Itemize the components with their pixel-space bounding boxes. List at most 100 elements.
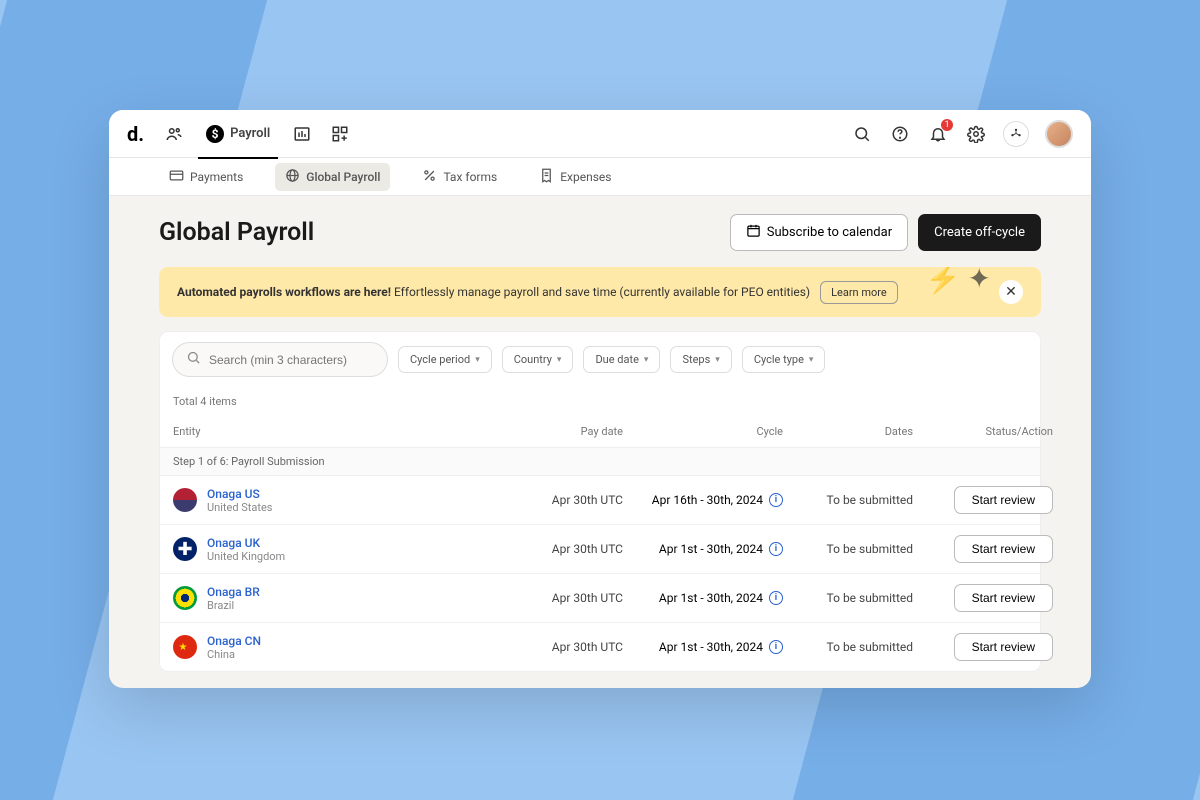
brand-logo[interactable]: d. [127, 122, 144, 146]
settings-icon[interactable] [965, 123, 987, 145]
table-row: Onaga US United States Apr 30th UTC Apr … [160, 476, 1040, 525]
dates-cell: To be submitted [783, 493, 913, 507]
results-count: Total 4 items [159, 387, 1041, 416]
dates-cell: To be submitted [783, 591, 913, 605]
chevron-down-icon: ▾ [644, 355, 649, 365]
entity-cell: Onaga UK United Kingdom [173, 536, 493, 563]
table-row: Onaga CN China Apr 30th UTC Apr 1st - 30… [160, 623, 1040, 671]
page-header: Global Payroll Subscribe to calendar Cre… [159, 214, 1041, 251]
topbar-right: 1 [851, 120, 1073, 148]
card-icon [169, 168, 184, 186]
info-icon[interactable]: i [769, 640, 783, 654]
entity-country: United Kingdom [207, 550, 285, 563]
announcement-banner: Automated payrolls workflows are here! E… [159, 267, 1041, 317]
topbar: d. $ Payroll [109, 110, 1091, 158]
col-pay-date: Pay date [493, 425, 623, 438]
content: Global Payroll Subscribe to calendar Cre… [109, 196, 1091, 688]
close-icon[interactable]: ✕ [999, 280, 1023, 304]
action-cell: Start review [913, 486, 1053, 514]
banner-text: Automated payrolls workflows are here! E… [177, 285, 810, 299]
col-dates: Dates [783, 425, 913, 438]
subnav-tax-forms[interactable]: Tax forms [412, 163, 507, 191]
filters-row: Cycle period▾ Country▾ Due date▾ Steps▾ … [159, 331, 1041, 387]
payroll-table: Entity Pay date Cycle Dates Status/Actio… [159, 416, 1041, 672]
entity-cell: Onaga US United States [173, 487, 493, 514]
search-icon[interactable] [851, 123, 873, 145]
start-review-button[interactable]: Start review [954, 486, 1053, 514]
start-review-button[interactable]: Start review [954, 633, 1053, 661]
flag-icon [173, 635, 197, 659]
cycle-cell: Apr 1st - 30th, 2024 i [623, 640, 783, 654]
subscribe-calendar-button[interactable]: Subscribe to calendar [730, 214, 908, 251]
info-icon[interactable]: i [769, 493, 783, 507]
search-input[interactable] [209, 353, 374, 367]
step-label: Step 1 of 6: Payroll Submission [160, 448, 1040, 476]
entity-country: China [207, 648, 261, 661]
filter-country[interactable]: Country▾ [502, 346, 574, 373]
chevron-down-icon: ▾ [557, 355, 562, 365]
filter-steps[interactable]: Steps▾ [670, 346, 731, 373]
cycle-cell: Apr 1st - 30th, 2024 i [623, 542, 783, 556]
globe-icon [285, 168, 300, 186]
avatar[interactable] [1045, 120, 1073, 148]
flag-icon [173, 537, 197, 561]
create-offcycle-button[interactable]: Create off-cycle [918, 214, 1041, 251]
analytics-icon[interactable] [292, 124, 312, 144]
table-header: Entity Pay date Cycle Dates Status/Actio… [160, 416, 1040, 448]
subnav: Payments Global Payroll Tax forms Expens… [109, 158, 1091, 196]
subnav-global-payroll-label: Global Payroll [306, 170, 380, 184]
entity-country: United States [207, 501, 272, 514]
entity-name[interactable]: Onaga UK [207, 536, 285, 550]
learn-more-button[interactable]: Learn more [820, 281, 898, 304]
pay-date-cell: Apr 30th UTC [493, 493, 623, 507]
cycle-cell: Apr 16th - 30th, 2024 i [623, 493, 783, 507]
info-icon[interactable]: i [769, 591, 783, 605]
filter-due-date[interactable]: Due date▾ [583, 346, 660, 373]
cycle-cell: Apr 1st - 30th, 2024 i [623, 591, 783, 605]
dates-cell: To be submitted [783, 542, 913, 556]
notif-badge: 1 [941, 119, 953, 131]
action-cell: Start review [913, 535, 1053, 563]
dates-cell: To be submitted [783, 640, 913, 654]
apps-icon[interactable] [330, 124, 350, 144]
entity-name[interactable]: Onaga CN [207, 634, 261, 648]
flag-icon [173, 488, 197, 512]
filter-cycle-type[interactable]: Cycle type▾ [742, 346, 826, 373]
subnav-payments[interactable]: Payments [159, 163, 253, 191]
subscribe-label: Subscribe to calendar [767, 225, 892, 240]
notifications-icon[interactable]: 1 [927, 123, 949, 145]
table-row: Onaga BR Brazil Apr 30th UTC Apr 1st - 3… [160, 574, 1040, 623]
subnav-global-payroll[interactable]: Global Payroll [275, 163, 390, 191]
nav-payroll-label: Payroll [230, 126, 270, 141]
start-review-button[interactable]: Start review [954, 535, 1053, 563]
col-cycle: Cycle [623, 425, 783, 438]
nav-payroll[interactable]: $ Payroll [202, 119, 274, 149]
lightning-icon: ⚡ ✦ [926, 267, 991, 295]
col-status: Status/Action [913, 425, 1053, 438]
top-nav: $ Payroll [164, 119, 350, 149]
subnav-expenses[interactable]: Expenses [529, 163, 621, 191]
pay-date-cell: Apr 30th UTC [493, 542, 623, 556]
search-icon [186, 350, 201, 369]
org-icon[interactable] [1003, 121, 1029, 147]
entity-cell: Onaga CN China [173, 634, 493, 661]
entity-name[interactable]: Onaga BR [207, 585, 260, 599]
info-icon[interactable]: i [769, 542, 783, 556]
flag-icon [173, 586, 197, 610]
subnav-expenses-label: Expenses [560, 170, 611, 184]
chevron-down-icon: ▾ [715, 355, 720, 365]
calendar-icon [746, 223, 761, 242]
search-box[interactable] [172, 342, 388, 377]
chevron-down-icon: ▾ [475, 355, 480, 365]
chevron-down-icon: ▾ [809, 355, 814, 365]
pay-date-cell: Apr 30th UTC [493, 591, 623, 605]
receipt-icon [539, 168, 554, 186]
page-title: Global Payroll [159, 218, 314, 247]
people-icon[interactable] [164, 124, 184, 144]
col-entity: Entity [173, 425, 493, 438]
help-icon[interactable] [889, 123, 911, 145]
entity-country: Brazil [207, 599, 260, 612]
filter-cycle-period[interactable]: Cycle period▾ [398, 346, 492, 373]
start-review-button[interactable]: Start review [954, 584, 1053, 612]
entity-name[interactable]: Onaga US [207, 487, 272, 501]
